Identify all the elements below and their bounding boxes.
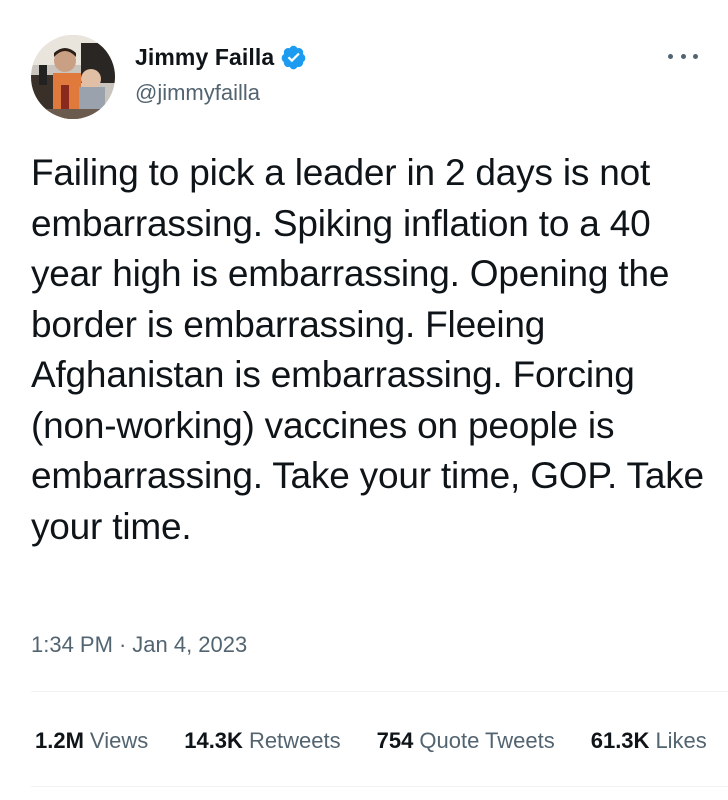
author-handle[interactable]: @jimmyfailla <box>135 80 260 106</box>
timestamp-separator: · <box>118 632 127 657</box>
verified-badge-icon <box>280 44 307 71</box>
avatar-photo-icon <box>31 35 115 119</box>
retweets-label: Retweets <box>248 728 341 753</box>
views-stat[interactable]: 1.2M Views <box>35 728 148 754</box>
quote-tweets-label: Quote Tweets <box>419 728 555 753</box>
likes-label: Likes <box>655 728 707 753</box>
likes-count: 61.3K <box>590 728 650 753</box>
tweet-timestamp[interactable]: 1:34 PM · Jan 4, 2023 <box>31 632 247 658</box>
tweet-time[interactable]: 1:34 PM <box>31 632 113 658</box>
tweet-text: Failing to pick a leader in 2 days is no… <box>31 152 704 547</box>
divider <box>31 691 728 692</box>
views-count: 1.2M <box>35 728 84 753</box>
views-label: Views <box>89 728 149 753</box>
retweets-stat[interactable]: 14.3K Retweets <box>184 728 340 754</box>
quote-tweets-stat[interactable]: 754 Quote Tweets <box>377 728 555 754</box>
tweet-date[interactable]: Jan 4, 2023 <box>132 632 247 658</box>
author-display-name[interactable]: Jimmy Failla <box>135 44 274 71</box>
avatar[interactable] <box>31 35 115 119</box>
engagement-stats: 1.2M Views 14.3K Retweets 754 Quote Twee… <box>35 728 728 754</box>
retweets-count: 14.3K <box>184 728 243 753</box>
divider-bottom <box>31 786 728 787</box>
author-name-row: Jimmy Failla <box>135 44 307 71</box>
quote-tweets-count: 754 <box>376 728 414 753</box>
likes-stat[interactable]: 61.3K Likes <box>591 728 707 754</box>
more-options-icon[interactable] <box>668 46 698 66</box>
tweet-card: Jimmy Failla @jimmyfailla Failing to pic… <box>0 0 728 800</box>
